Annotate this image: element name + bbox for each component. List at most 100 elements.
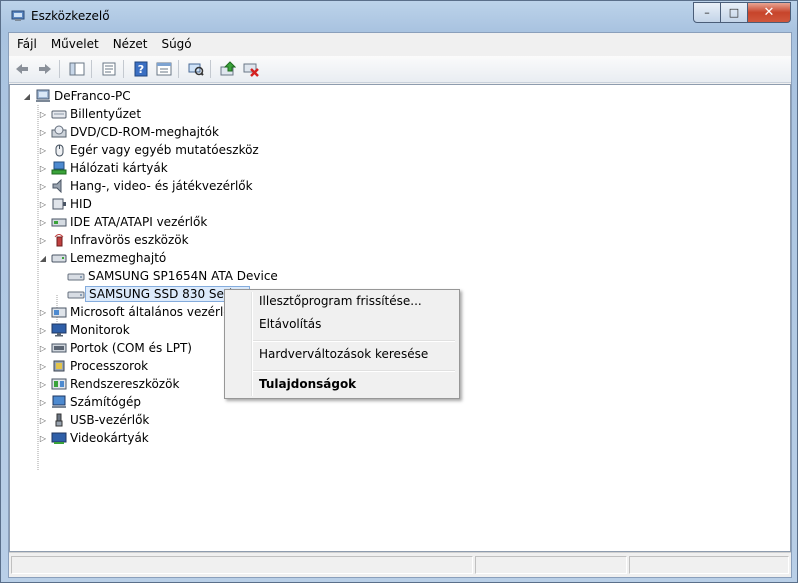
status-cell-2 — [475, 556, 627, 574]
scan-hardware-menu-item[interactable]: Hardverváltozások keresése — [259, 344, 428, 364]
tree-category-network[interactable]: ▷ Hálózati kártyák — [38, 159, 168, 177]
toolbar-separator — [91, 60, 92, 78]
expand-arrow-icon[interactable]: ▷ — [38, 307, 48, 317]
tree-item-label: DVD/CD-ROM-meghajtók — [70, 125, 219, 139]
collapse-arrow-icon[interactable]: ◢ — [22, 91, 32, 101]
tree-device-row[interactable]: SAMSUNG SP1654N ATA Device — [67, 267, 278, 285]
svg-text:?: ? — [138, 63, 144, 76]
context-menu-separator — [253, 370, 455, 372]
uninstall-menu-item[interactable]: Eltávolítás — [259, 314, 321, 334]
caption-buttons: – □ ✕ — [693, 2, 791, 23]
tree-root[interactable]: ◢ DeFranco-PC — [22, 87, 131, 105]
tree-item-label: Hálózati kártyák — [70, 161, 168, 175]
tree-item-label: Infravörös eszközök — [70, 233, 189, 247]
expand-arrow-icon[interactable]: ▷ — [38, 127, 48, 137]
expand-arrow-icon[interactable]: ▷ — [38, 379, 48, 389]
collapse-arrow-icon[interactable]: ◢ — [38, 253, 48, 263]
tree-category-processor[interactable]: ▷ Processzorok — [38, 357, 148, 375]
hard-disk-icon — [67, 269, 85, 283]
expand-arrow-icon[interactable]: ▷ — [38, 181, 48, 191]
display-adapter-icon — [51, 431, 67, 445]
tree-item-label: HID — [70, 197, 92, 211]
expand-arrow-icon[interactable]: ▷ — [38, 145, 48, 155]
status-bar — [9, 552, 791, 575]
scan-hardware-icon[interactable] — [186, 59, 206, 79]
tree-item-label: Billentyűzet — [70, 107, 142, 121]
tree-category-hid[interactable]: ▷ HID — [38, 195, 92, 213]
update-driver-menu-item[interactable]: Illesztőprogram frissítése... — [259, 291, 422, 311]
expand-arrow-icon[interactable]: ▷ — [38, 109, 48, 119]
close-icon: ✕ — [763, 5, 775, 20]
help-icon[interactable]: ? — [131, 59, 151, 79]
toolbar-separator — [210, 60, 211, 78]
menu-action[interactable]: Művelet — [45, 37, 105, 51]
expand-arrow-icon[interactable]: ▷ — [38, 325, 48, 335]
tree-item-label: Hang-, video- és játékvezérlők — [70, 179, 253, 193]
tree-device-row[interactable]: SAMSUNG SSD 830 Series — [67, 285, 250, 303]
tree-category-controller[interactable]: ▷ Microsoft általános vezérlő W — [38, 303, 246, 321]
context-menu-gutter — [251, 292, 253, 396]
expand-arrow-icon[interactable]: ▷ — [38, 199, 48, 209]
tree-category-speaker[interactable]: ▷ Hang-, video- és játékvezérlők — [38, 177, 253, 195]
status-cell-main — [11, 556, 473, 574]
tree-category-usb[interactable]: ▷ USB-vezérlők — [38, 411, 149, 429]
minimize-button[interactable]: – — [693, 2, 721, 23]
expand-arrow-icon[interactable]: ▷ — [38, 397, 48, 407]
expand-arrow-icon[interactable]: ▷ — [38, 235, 48, 245]
tree-category-port[interactable]: ▷ Portok (COM és LPT) — [38, 339, 192, 357]
tree-item-label: Rendszereszközök — [70, 377, 180, 391]
maximize-icon: □ — [728, 6, 740, 19]
expand-arrow-icon[interactable]: ▷ — [38, 433, 48, 443]
tree-category-display-adapter[interactable]: ▷ Videokártyák — [38, 429, 149, 447]
tree-item-label: USB-vezérlők — [70, 413, 150, 427]
tree-category-computer[interactable]: ▷ Számítógép — [38, 393, 141, 411]
tree-item-label: Processzorok — [70, 359, 149, 373]
properties-icon[interactable] — [99, 59, 119, 79]
menu-file[interactable]: Fájl — [11, 37, 43, 51]
properties-menu-item[interactable]: Tulajdonságok — [259, 374, 356, 394]
hid-icon — [51, 197, 67, 211]
update-driver-icon[interactable] — [218, 59, 238, 79]
expand-arrow-icon[interactable]: ▷ — [38, 343, 48, 353]
view-icon[interactable] — [154, 59, 174, 79]
computer-icon — [35, 89, 51, 103]
expand-arrow-icon[interactable]: ▷ — [38, 217, 48, 227]
tree-category-disk-drive[interactable]: ◢ Lemezmeghajtó — [38, 249, 166, 267]
maximize-button[interactable]: □ — [721, 2, 748, 23]
status-cell-3 — [629, 556, 789, 574]
window-title: Eszközkezelő — [31, 9, 110, 23]
tree-category-system-device[interactable]: ▷ Rendszereszközök — [38, 375, 179, 393]
context-menu: Illesztőprogram frissítése... Eltávolítá… — [224, 289, 460, 399]
tree-item-label: Számítógép — [70, 395, 141, 409]
tree-category-infrared[interactable]: ▷ Infravörös eszközök — [38, 231, 189, 249]
title-bar[interactable]: Eszközkezelő – □ ✕ — [1, 1, 797, 31]
system-device-icon — [51, 377, 67, 391]
show-hide-console-tree-icon[interactable] — [67, 59, 87, 79]
uninstall-icon[interactable] — [241, 59, 261, 79]
back-arrow-icon[interactable] — [12, 59, 32, 79]
forward-arrow-icon[interactable] — [35, 59, 55, 79]
tree-category-mouse[interactable]: ▷ Egér vagy egyéb mutatóeszköz — [38, 141, 259, 159]
tree-item-label: Monitorok — [70, 323, 130, 337]
expand-arrow-icon[interactable]: ▷ — [38, 163, 48, 173]
usb-icon — [51, 413, 67, 427]
tree-category-keyboard[interactable]: ▷ Billentyűzet — [38, 105, 141, 123]
close-button[interactable]: ✕ — [748, 2, 791, 23]
expand-arrow-icon[interactable]: ▷ — [38, 415, 48, 425]
menu-help[interactable]: Súgó — [155, 37, 197, 51]
monitor-icon — [51, 323, 67, 337]
tree-item-label: Microsoft általános vezérlő W — [70, 305, 247, 319]
tree-item-label: Lemezmeghajtó — [70, 251, 167, 265]
menu-bar: Fájl Művelet Nézet Súgó — [9, 33, 791, 55]
tree-category-ide-controller[interactable]: ▷ IDE ATA/ATAPI vezérlők — [38, 213, 207, 231]
tree-category-monitor[interactable]: ▷ Monitorok — [38, 321, 130, 339]
dvd-drive-icon — [51, 125, 67, 139]
tree-category-dvd-drive[interactable]: ▷ DVD/CD-ROM-meghajtók — [38, 123, 219, 141]
keyboard-icon — [51, 107, 67, 121]
computer-icon — [51, 395, 67, 409]
menu-view[interactable]: Nézet — [107, 37, 154, 51]
toolbar: ? — [9, 56, 791, 83]
expand-arrow-icon[interactable]: ▷ — [38, 361, 48, 371]
minimize-icon: – — [704, 6, 710, 19]
tree-item-label: Egér vagy egyéb mutatóeszköz — [70, 143, 259, 157]
